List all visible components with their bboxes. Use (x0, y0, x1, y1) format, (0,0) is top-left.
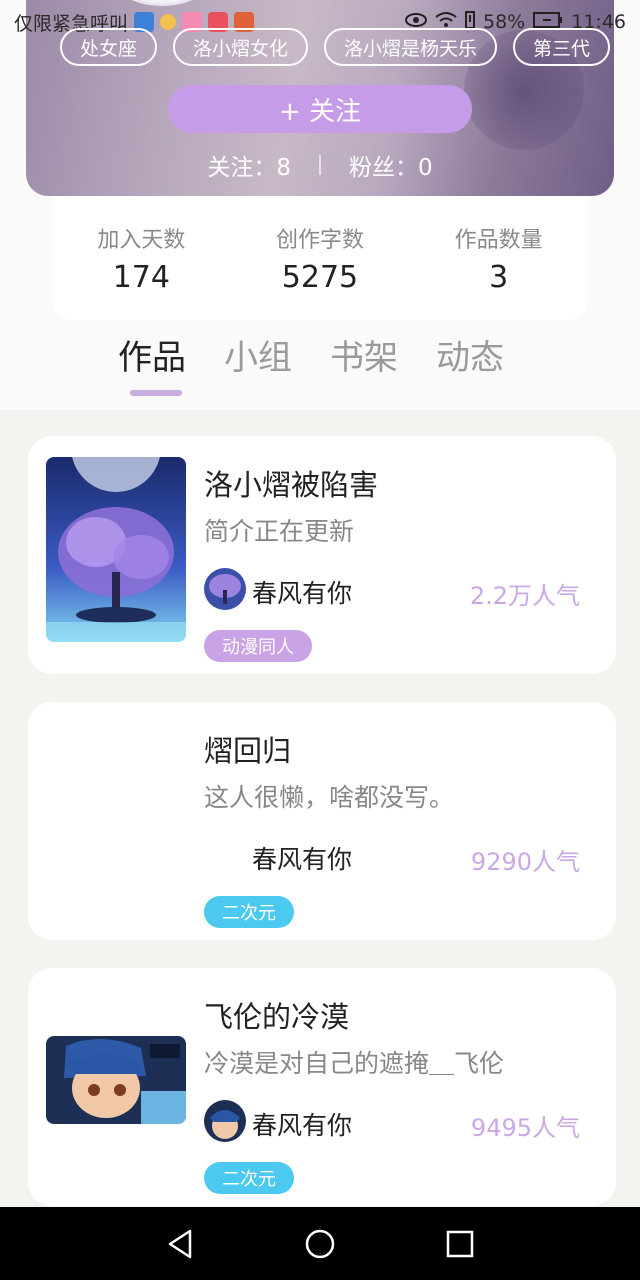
work-title[interactable]: 洛小熠被陷害 (204, 462, 378, 504)
category-badge: 二次元 (204, 896, 294, 928)
tab-active-indicator (130, 390, 182, 396)
work-description: 冷漠是对自己的遮掩＿飞伦 (204, 1049, 505, 1078)
stat-label: 创作字数 (275, 228, 364, 253)
profile-tag[interactable]: 洛小熠女化 (173, 28, 309, 66)
popularity-count: 2.2万人气 (469, 582, 580, 610)
profile-tag[interactable]: 洛小熠是杨天乐 (324, 28, 498, 66)
following-count[interactable]: 关注：8 (207, 148, 291, 182)
work-title[interactable]: 熠回归 (204, 728, 291, 770)
profile-tags: 处女座 洛小熠女化 洛小熠是杨天乐 第三代 (60, 28, 614, 68)
stat-works-count: 作品数量 3 (424, 222, 574, 320)
tab-works[interactable]: 作品 (118, 330, 186, 379)
author-avatar[interactable] (204, 1100, 246, 1142)
back-triangle-icon[interactable] (160, 1224, 200, 1264)
purple-tree-cover (46, 457, 186, 642)
profile-tag[interactable]: 处女座 (60, 28, 158, 66)
stat-label: 作品数量 (454, 228, 543, 253)
profile-tag[interactable]: 第三代 (513, 28, 611, 66)
work-description: 这人很懒，啥都没写。 (204, 783, 455, 812)
popularity-count: 9290人气 (470, 848, 580, 876)
fans-count[interactable]: 粉丝：0 (349, 148, 433, 182)
stats-card: 加入天数 174 创作字数 5275 作品数量 3 (52, 196, 588, 320)
recents-square-icon[interactable] (440, 1224, 480, 1264)
follow-button-label: + 关注 (278, 96, 362, 127)
author-name[interactable]: 春风有你 (252, 840, 352, 876)
work-title[interactable]: 飞伦的冷漠 (204, 994, 349, 1036)
work-card[interactable]: 洛小熠被陷害 简介正在更新 春风有你 2.2万人气 动漫同人 (28, 436, 616, 674)
stat-value: 3 (489, 260, 509, 295)
tab-activity[interactable]: 动态 (436, 330, 504, 379)
work-card[interactable]: 熠回归 这人很懒，啥都没写。 春风有你 9290人气 二次元 (28, 702, 616, 940)
stat-label: 加入天数 (97, 228, 186, 253)
popularity-count: 9495人气 (470, 1114, 580, 1142)
anime-boy-cover (46, 1036, 186, 1124)
system-navigation-bar (0, 1207, 640, 1280)
stat-value: 174 (112, 260, 170, 295)
category-badge: 动漫同人 (204, 630, 312, 662)
author-avatar[interactable] (204, 568, 246, 610)
divider (319, 155, 321, 175)
author-name[interactable]: 春风有你 (252, 1106, 352, 1142)
follow-stats: 关注：8 粉丝：0 (26, 148, 614, 182)
tab-bookshelf[interactable]: 书架 (330, 330, 398, 379)
author-name[interactable]: 春风有你 (252, 574, 352, 610)
follow-button[interactable]: + 关注 (168, 85, 472, 133)
work-card[interactable]: 飞伦的冷漠 冷漠是对自己的遮掩＿飞伦 春风有你 9495人气 二次元 (28, 968, 616, 1206)
stat-word-count: 创作字数 5275 (245, 222, 395, 320)
stat-value: 5275 (281, 260, 359, 295)
home-circle-icon[interactable] (300, 1224, 340, 1264)
profile-tabs: 作品 小组 书架 动态 (118, 330, 504, 396)
category-badge: 二次元 (204, 1162, 294, 1194)
tab-groups[interactable]: 小组 (224, 330, 292, 379)
stat-join-days: 加入天数 174 (66, 222, 216, 320)
work-description: 简介正在更新 (204, 517, 355, 546)
